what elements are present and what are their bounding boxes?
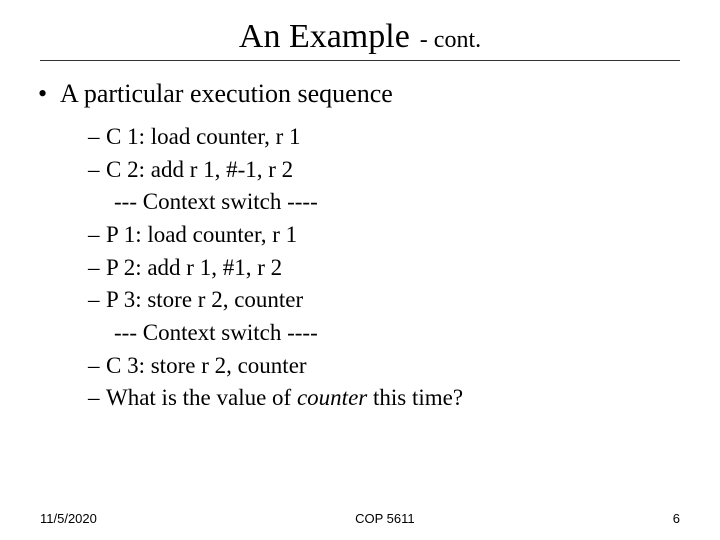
item-text: C 1: load counter, r 1 <box>106 124 301 149</box>
list-item: –P 1: load counter, r 1 <box>88 219 680 252</box>
bullet-marker: • <box>36 79 60 109</box>
list-item: –C 3: store r 2, counter <box>88 350 680 383</box>
question-italic: counter <box>297 385 367 410</box>
list-item: --- Context switch ---- <box>88 317 680 350</box>
dash: – <box>88 382 106 415</box>
sublist: –C 1: load counter, r 1 –C 2: add r 1, #… <box>88 121 680 415</box>
item-text: --- Context switch ---- <box>114 320 318 345</box>
dash: – <box>88 154 106 187</box>
item-text: --- Context switch ---- <box>114 189 318 214</box>
dash: – <box>88 350 106 383</box>
footer-center: COP 5611 <box>97 511 673 526</box>
question-after: this time? <box>367 385 463 410</box>
item-text: C 2: add r 1, #-1, r 2 <box>106 157 293 182</box>
dash: – <box>88 121 106 154</box>
bullet-line: • A particular execution sequence <box>36 79 680 109</box>
list-item: –P 2: add r 1, #1, r 2 <box>88 252 680 285</box>
footer-page: 6 <box>673 511 680 526</box>
slide-title: An Example - cont. <box>40 18 680 56</box>
list-item: --- Context switch ---- <box>88 186 680 219</box>
title-main: An Example <box>239 18 410 55</box>
item-text: P 1: load counter, r 1 <box>106 222 297 247</box>
title-underline <box>40 60 680 61</box>
dash: – <box>88 252 106 285</box>
list-item: –C 1: load counter, r 1 <box>88 121 680 154</box>
title-suffix: - cont. <box>420 27 481 53</box>
bullet-text: A particular execution sequence <box>60 79 393 109</box>
item-text: P 2: add r 1, #1, r 2 <box>106 255 282 280</box>
item-text: P 3: store r 2, counter <box>106 287 303 312</box>
list-item: –P 3: store r 2, counter <box>88 284 680 317</box>
list-item-question: –What is the value of counter this time? <box>88 382 680 415</box>
footer-date: 11/5/2020 <box>40 511 97 526</box>
slide-footer: 11/5/2020 COP 5611 6 <box>0 511 720 526</box>
slide-container: An Example - cont. • A particular execut… <box>0 0 720 540</box>
item-text: C 3: store r 2, counter <box>106 353 307 378</box>
list-item: –C 2: add r 1, #-1, r 2 <box>88 154 680 187</box>
dash: – <box>88 219 106 252</box>
question-before: What is the value of <box>106 385 297 410</box>
dash: – <box>88 284 106 317</box>
